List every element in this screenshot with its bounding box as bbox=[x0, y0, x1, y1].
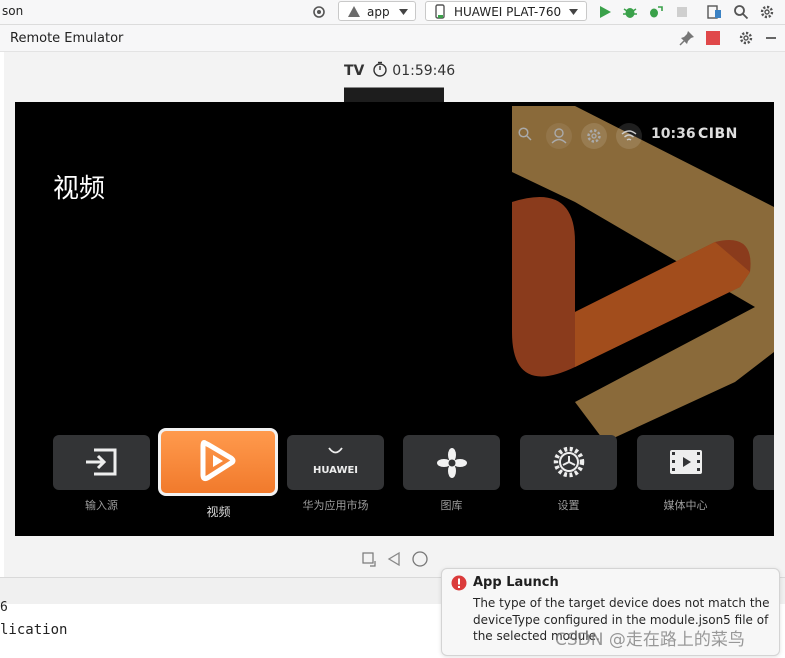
minimize-icon[interactable] bbox=[763, 30, 779, 46]
notification-title: App Launch bbox=[473, 575, 559, 590]
device-selector-label: HUAWEI PLAT-760 bbox=[454, 5, 562, 19]
phone-device-icon bbox=[435, 4, 445, 19]
app-selector-label: app bbox=[367, 5, 390, 19]
search-icon[interactable] bbox=[733, 4, 749, 20]
device-type-label: TV bbox=[344, 63, 365, 79]
huawei-appgallery-icon bbox=[328, 447, 343, 454]
account-icon[interactable] bbox=[545, 122, 573, 150]
video-play-icon bbox=[200, 440, 236, 482]
settings-gear-icon[interactable] bbox=[759, 4, 775, 20]
tv-clock: 10:36 bbox=[651, 126, 696, 142]
app-module-icon bbox=[348, 6, 360, 17]
session-time: 01:59:46 bbox=[392, 63, 456, 79]
media-film-icon bbox=[670, 450, 702, 474]
panel-title: Remote Emulator bbox=[10, 31, 124, 46]
tv-screen[interactable]: 10:36 CIBN 视频 输入源 视频 HUAWEI 华为应用市场 图库 设置… bbox=[15, 102, 774, 536]
tile-label: 媒体中心 bbox=[663, 499, 708, 512]
gear-icon[interactable] bbox=[738, 30, 754, 46]
stop-emulator-button[interactable] bbox=[706, 31, 720, 45]
tile-huawei-appgallery[interactable]: HUAWEI bbox=[287, 435, 384, 490]
chevron-down-icon bbox=[399, 9, 408, 15]
input-source-icon bbox=[86, 448, 117, 476]
recents-icon[interactable] bbox=[361, 551, 377, 567]
watermark: CSDN @走在路上的菜鸟 bbox=[555, 630, 745, 650]
tile-settings[interactable] bbox=[520, 435, 617, 490]
toolbar-left-text: son bbox=[2, 4, 24, 18]
brand-logo: CIBN bbox=[698, 126, 738, 142]
app-selector[interactable]: app bbox=[338, 1, 416, 21]
tile-gallery[interactable] bbox=[403, 435, 500, 490]
main-toolbar: son app HUAWEI PLAT-760 bbox=[0, 0, 785, 25]
error-icon bbox=[451, 575, 467, 591]
tile-label: 输入源 bbox=[85, 499, 118, 512]
tool-window-header: Remote Emulator bbox=[0, 25, 785, 52]
timer-icon bbox=[373, 61, 387, 77]
tile-label: 华为应用市场 bbox=[302, 499, 369, 512]
wifi-icon[interactable] bbox=[615, 122, 643, 150]
tile-label: 图库 bbox=[440, 499, 463, 512]
huawei-wordmark: HUAWEI bbox=[312, 465, 359, 476]
debug-bug-icon[interactable] bbox=[622, 4, 638, 20]
device-selector[interactable]: HUAWEI PLAT-760 bbox=[425, 1, 587, 21]
tile-partial[interactable] bbox=[753, 435, 774, 490]
target-icon[interactable] bbox=[311, 4, 327, 20]
attach-debugger-icon[interactable] bbox=[647, 4, 663, 20]
back-icon[interactable] bbox=[387, 551, 401, 567]
chevron-down-icon bbox=[569, 9, 578, 15]
gallery-flower-icon bbox=[437, 448, 467, 478]
run-icon[interactable] bbox=[597, 4, 613, 20]
tile-input-source[interactable] bbox=[53, 435, 150, 490]
settings-gear-icon[interactable] bbox=[580, 122, 608, 150]
settings-gear-icon bbox=[553, 446, 585, 478]
log-line: lication bbox=[0, 622, 68, 638]
log-line: 6 bbox=[0, 600, 8, 615]
tile-label: 设置 bbox=[557, 499, 580, 512]
emulator-status: TV 01:59:46 bbox=[344, 61, 455, 79]
device-manager-icon[interactable] bbox=[707, 4, 723, 20]
editor-gutter bbox=[0, 52, 4, 577]
page-title: 视频 bbox=[53, 174, 106, 204]
pin-icon[interactable] bbox=[679, 30, 695, 46]
stop-icon[interactable] bbox=[674, 4, 690, 20]
home-icon[interactable] bbox=[411, 550, 429, 568]
search-icon[interactable] bbox=[517, 126, 533, 142]
tile-label: 视频 bbox=[206, 505, 231, 519]
emulator-nav-bar bbox=[355, 549, 435, 569]
tile-media-center[interactable] bbox=[637, 435, 734, 490]
tile-video-selected[interactable] bbox=[158, 428, 278, 496]
